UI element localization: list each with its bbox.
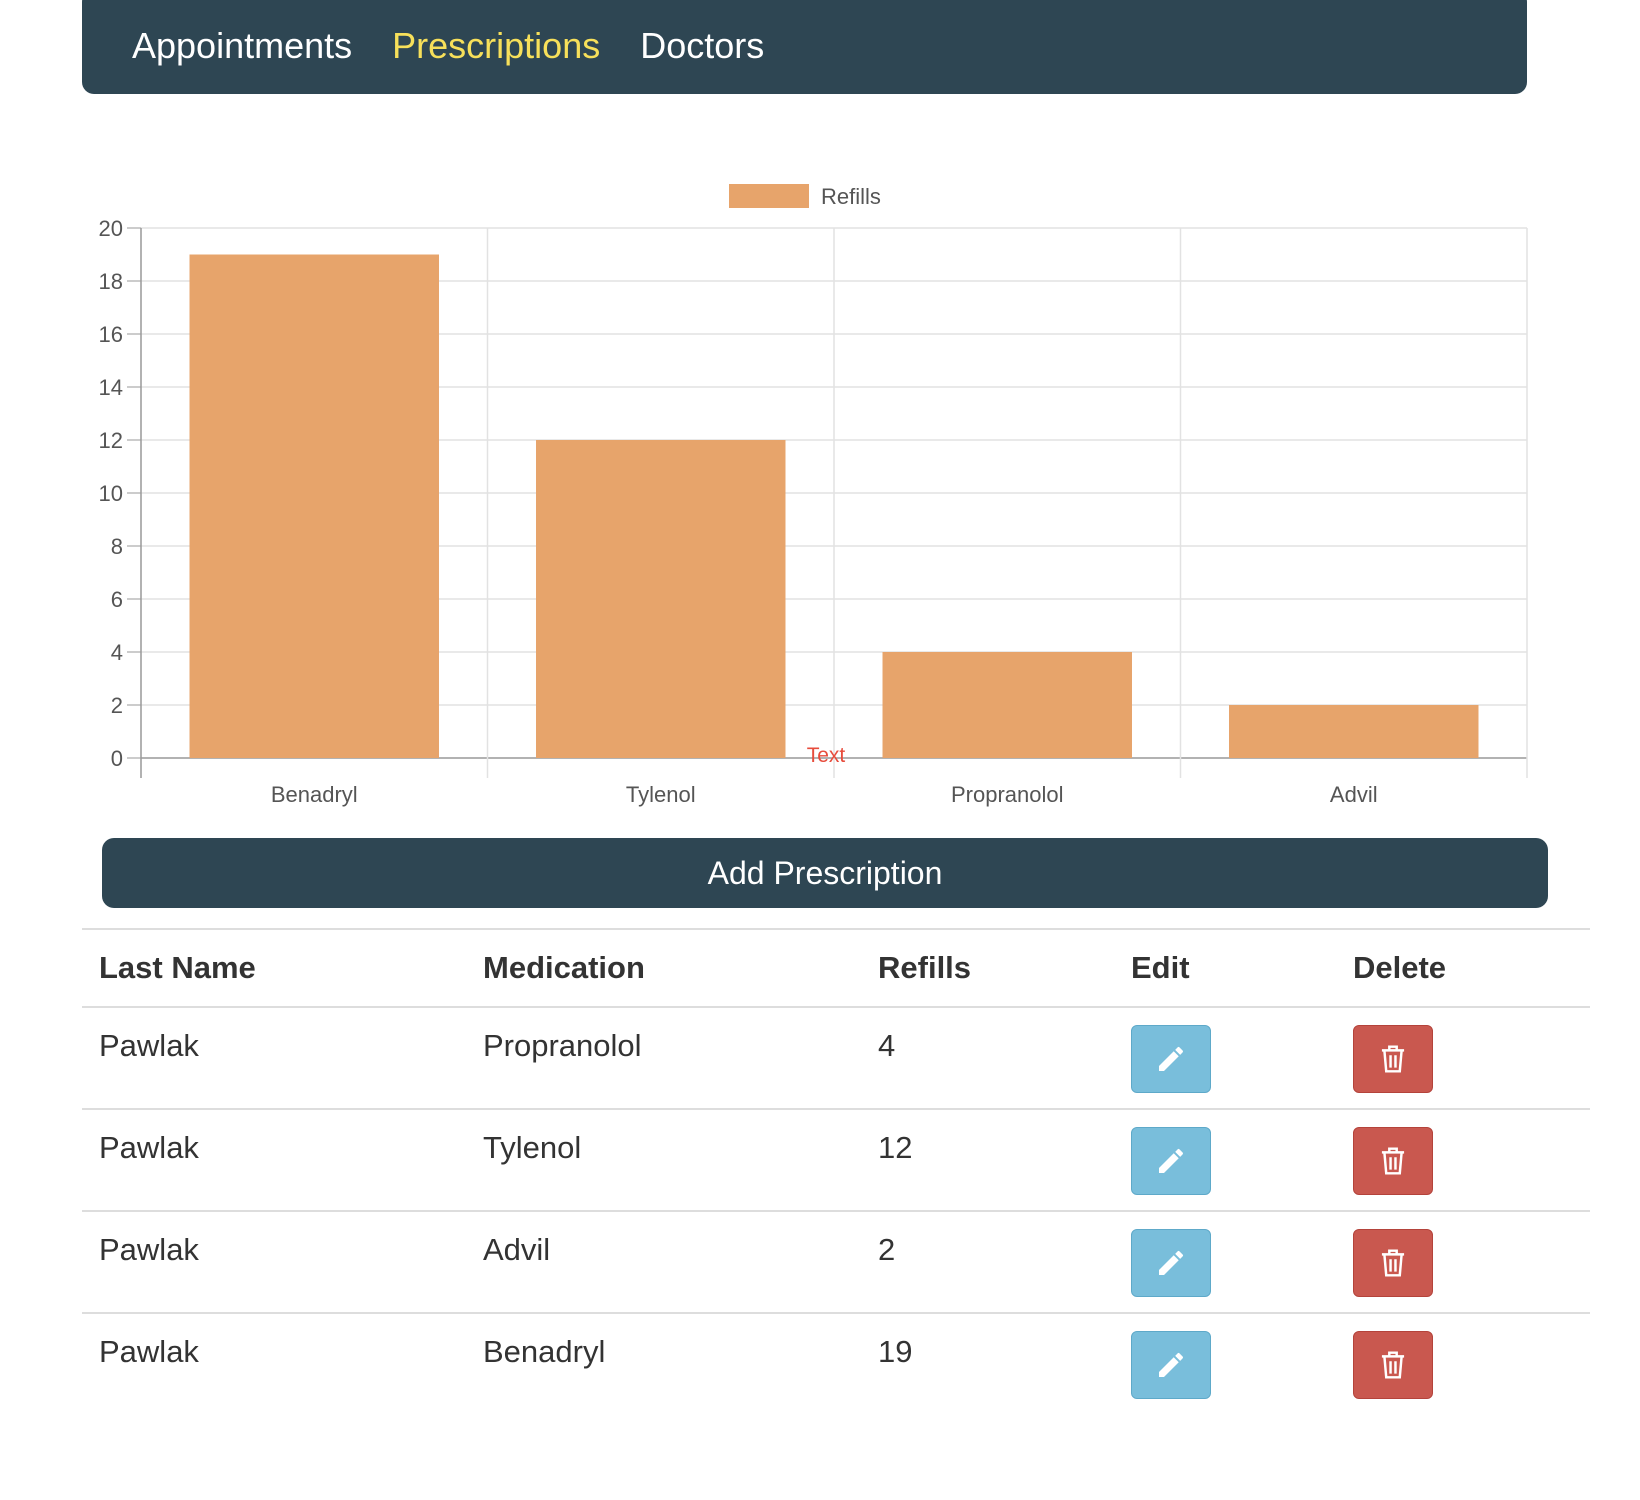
- refills-bar-chart: 0 2 4 6 8 10 12 14 16 18 20 Benadryl Tylenol Proprano…: [99, 184, 1528, 807]
- y-tick-label: 2: [111, 693, 123, 718]
- cell-medication: Propranolol: [466, 1007, 861, 1110]
- prescriptions-table-container: Last Name Medication Refills Edit Delete…: [82, 928, 1590, 1415]
- cell-delete: [1336, 1007, 1590, 1110]
- cell-edit: [1114, 1313, 1336, 1415]
- add-prescription-button[interactable]: Add Prescription: [102, 838, 1548, 908]
- trash-icon: [1381, 1351, 1405, 1379]
- cell-edit: [1114, 1007, 1336, 1110]
- edit-button[interactable]: [1131, 1127, 1211, 1195]
- pencil-icon: [1159, 1046, 1184, 1071]
- cell-refills: 12: [861, 1109, 1114, 1212]
- cell-medication: Benadryl: [483, 1334, 606, 1369]
- cell-refills: 2: [861, 1211, 1114, 1314]
- edit-button[interactable]: [1131, 1229, 1211, 1297]
- header-last-name: Last Name: [82, 929, 466, 1008]
- cell-last-name: Pawlak: [82, 1007, 466, 1110]
- delete-button[interactable]: [1353, 1331, 1433, 1399]
- x-tick-label: Tylenol: [626, 782, 696, 807]
- cell-medication: Advil: [466, 1211, 861, 1314]
- trash-icon: [1381, 1249, 1405, 1277]
- edit-button[interactable]: [1131, 1025, 1211, 1093]
- y-tick-label: 18: [99, 269, 123, 294]
- cell-last-name: Pawlak: [82, 1109, 466, 1212]
- y-tick-label: 16: [99, 322, 123, 347]
- cell-medication: Tylenol: [466, 1109, 861, 1212]
- bar-benadryl: [189, 254, 439, 758]
- trash-icon: [1381, 1045, 1405, 1073]
- table-row: Pawlak Advil 2: [82, 1211, 1590, 1314]
- edit-button[interactable]: [1131, 1331, 1211, 1399]
- y-tick-label: 6: [111, 587, 123, 612]
- y-tick-label: 4: [111, 640, 123, 665]
- cell-edit: [1114, 1211, 1336, 1314]
- delete-button[interactable]: [1353, 1229, 1433, 1297]
- trash-icon: [1381, 1147, 1405, 1175]
- header-edit: Edit: [1114, 929, 1336, 1008]
- cell-refills: 4: [861, 1007, 1114, 1110]
- delete-button[interactable]: [1353, 1025, 1433, 1093]
- bar-advil: [1229, 705, 1479, 758]
- table-row: Pawlak Propranolol 4: [82, 1007, 1590, 1110]
- header-delete: Delete: [1336, 929, 1590, 1008]
- prescriptions-table: Last Name Medication Refills Edit Delete…: [82, 928, 1590, 1415]
- table-row: Pawlak Benadryl 19: [82, 1313, 1590, 1415]
- cell-last-name: Pawlak: [99, 1334, 199, 1369]
- legend-label: Refills: [821, 184, 881, 209]
- pencil-icon: [1159, 1250, 1184, 1275]
- cell-delete: [1336, 1313, 1590, 1415]
- bar-tylenol: [536, 440, 786, 758]
- y-tick-label: 20: [99, 216, 123, 241]
- cell-refills: 19: [878, 1334, 913, 1369]
- x-tick-label: Benadryl: [271, 782, 358, 807]
- header-medication: Medication: [466, 929, 861, 1008]
- cell-last-name: Pawlak: [82, 1211, 466, 1314]
- y-tick-label: 12: [99, 428, 123, 453]
- cell-delete: [1336, 1109, 1590, 1212]
- legend-swatch: [729, 184, 809, 208]
- y-tick-label: 10: [99, 481, 123, 506]
- cell-delete: [1336, 1211, 1590, 1314]
- delete-button[interactable]: [1353, 1127, 1433, 1195]
- y-tick-label: 14: [99, 375, 123, 400]
- pencil-icon: [1159, 1352, 1184, 1377]
- cell-edit: [1114, 1109, 1336, 1212]
- y-tick-label: 8: [111, 534, 123, 559]
- table-header-row: Last Name Medication Refills Edit Delete: [82, 929, 1590, 1008]
- table-row: Pawlak Tylenol 12: [82, 1109, 1590, 1212]
- x-tick-label: Propranolol: [951, 782, 1064, 807]
- pencil-icon: [1159, 1148, 1184, 1173]
- y-tick-label: 0: [111, 746, 123, 771]
- x-tick-label: Advil: [1330, 782, 1378, 807]
- chart-annotation: Text: [807, 744, 846, 767]
- bar-propranolol: [882, 652, 1132, 758]
- header-refills: Refills: [861, 929, 1114, 1008]
